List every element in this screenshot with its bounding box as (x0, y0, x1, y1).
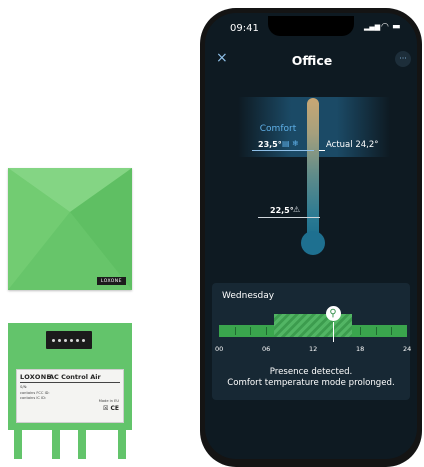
person-icon: ⚲ (325, 306, 341, 321)
comfort-setpoint[interactable]: 23,5° (258, 140, 282, 149)
thermometer-bulb (301, 231, 325, 255)
comfort-period[interactable] (273, 314, 353, 337)
more-icon[interactable]: ··· (395, 51, 411, 67)
bar-segment-divider (266, 327, 267, 335)
battery-icon: ▬ (392, 22, 401, 32)
schedule-tick-label: 06 (262, 345, 271, 353)
device-leg (118, 430, 126, 459)
bar-segment-divider (375, 327, 377, 335)
eco-setpoint[interactable]: 22,5° (270, 206, 294, 215)
comfort-mode-icons: ▤ ❄ (282, 139, 299, 148)
bar-segment-divider (391, 327, 393, 335)
actual-marker-line (319, 150, 325, 151)
wifi-icon: ◠ (381, 22, 389, 32)
signal-icon: ▂▄▆ (364, 23, 381, 31)
close-icon[interactable]: × (216, 51, 228, 65)
bar-segment-divider (250, 327, 252, 335)
label-brand: LOXONE (20, 373, 52, 381)
status-time: 09:41 (230, 23, 259, 34)
label-certification-marks: ☒ CE (103, 405, 119, 412)
device-leg (52, 430, 60, 459)
actual-temperature: Actual 24,2° (326, 140, 379, 150)
label-made-in: Made in EU (98, 399, 119, 403)
device-leg (14, 430, 22, 459)
green-device-bottom: LOXONE AC Control Air S/N: contains FCC … (8, 323, 132, 459)
label-product: AC Control Air (49, 373, 101, 381)
device-leg (78, 430, 86, 459)
device-body: LOXONE AC Control Air S/N: contains FCC … (8, 323, 132, 430)
label-sn: S/N: (20, 385, 28, 389)
now-indicator (332, 322, 334, 342)
comfort-prolonged-message: Comfort temperature mode prolonged. (227, 378, 395, 388)
label-ic: contains IC ID: (20, 396, 47, 400)
page-title: Office (291, 53, 333, 68)
schedule-tick-label: 12 (309, 345, 318, 353)
comfort-mode-label: Comfort (259, 124, 297, 134)
phone-notch (268, 16, 354, 36)
label-fcc: contains FCC ID: (20, 391, 50, 395)
label-divider (20, 382, 120, 383)
device-label: LOXONE AC Control Air S/N: contains FCC … (16, 369, 124, 423)
schedule-tick-label: 24 (403, 345, 412, 353)
bar-segment-divider (360, 327, 361, 335)
eco-marker-line (258, 217, 320, 218)
presence-message: Presence detected. (269, 367, 353, 377)
schedule-day: Wednesday (222, 291, 275, 301)
schedule-tick-label: 18 (356, 345, 365, 353)
warning-icon: ⚠ (293, 205, 301, 214)
green-device-top: LOXONE (8, 168, 132, 290)
bar-segment-divider (234, 327, 236, 335)
terminal-connector (46, 331, 92, 349)
device-top-facets (8, 168, 132, 290)
schedule-tick-label: 00 (215, 345, 224, 353)
comfort-marker-line (252, 150, 314, 151)
device-logo: LOXONE (96, 277, 126, 285)
